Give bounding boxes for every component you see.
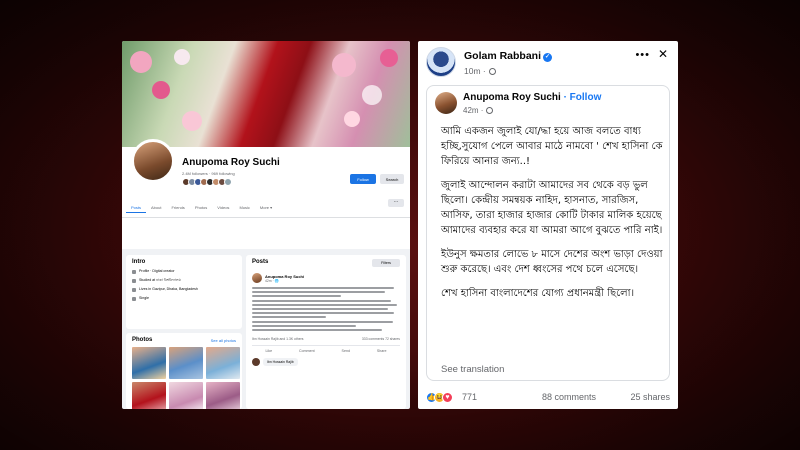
ellipsis-icon[interactable]: ··· [388, 199, 404, 207]
post-footer: 👍 😆 ♥ 771 88 comments 25 shares [426, 391, 672, 405]
comment-button[interactable]: Comment [299, 349, 315, 353]
intro-row[interactable]: Lives in Gazipur, Dhaka, Bangladesh [132, 287, 236, 292]
school-icon [132, 278, 136, 283]
shared-post-panel: Golam Rabbani ✓ 10m · ••• ✕ Anupoma Roy S… [418, 41, 678, 409]
mini-post-actions: Like Comment Send Share [252, 344, 400, 353]
cover-photo [122, 41, 410, 147]
filters-button[interactable]: Filters [372, 259, 400, 267]
tabs-divider [122, 217, 410, 218]
tab-music[interactable]: Music [234, 203, 254, 213]
original-author: Anupoma Roy Suchi · Follow [463, 92, 601, 103]
verified-badge-icon: ✓ [543, 53, 553, 62]
post-paragraph: আমি একজন জুলাই যো/দ্ধা হয়ে আজ বলতে বাধ্… [441, 126, 663, 167]
post-paragraph: জুলাই আন্দোলন করাটা আমাদের সব থেকে বড় ভ… [441, 180, 663, 236]
profile-avatar[interactable] [131, 139, 175, 183]
mini-post-avatar[interactable] [252, 273, 262, 283]
post-paragraph: শেখ হাসিনা বাংলাদেশের যোগ্য প্রধানমন্ত্র… [441, 288, 635, 299]
send-button[interactable]: Send [342, 349, 350, 353]
mini-post-text [252, 287, 400, 331]
tab-friends[interactable]: Friends [166, 203, 189, 213]
comment-author[interactable]: Ibn Hossain Rajib [263, 357, 298, 366]
like-button[interactable]: Like [265, 349, 272, 353]
tab-videos[interactable]: Videos [212, 203, 234, 213]
follow-button[interactable]: Follow [350, 174, 376, 184]
photos-card: Photos See all photos [126, 333, 242, 409]
photo-thumbnail[interactable] [132, 382, 166, 409]
tab-posts[interactable]: Posts [126, 203, 147, 213]
comments-count[interactable]: 88 comments [542, 392, 596, 402]
mini-comment-summary[interactable]: 333 comments 72 shares [362, 337, 400, 341]
search-button[interactable]: Search [380, 174, 404, 184]
mini-post-author[interactable]: Anupoma Roy Suchi [265, 274, 304, 279]
photo-thumbnail[interactable] [169, 347, 203, 379]
photo-thumbnail[interactable] [132, 347, 166, 379]
close-icon[interactable]: ✕ [658, 47, 668, 61]
sharer-name-text[interactable]: Golam Rabbani [464, 50, 541, 62]
sharer-time-text[interactable]: 10m · [464, 66, 486, 76]
comment-avatar[interactable] [252, 357, 260, 366]
profile-tabs: Posts About Friends Photos Videos Music … [126, 203, 277, 213]
mini-post-header: Anupoma Roy Suchi 42m · 🌐 [252, 273, 400, 283]
intro-card: Intro Profile · Digital creator Studied … [126, 255, 242, 329]
see-all-photos-link[interactable]: See all photos [211, 338, 236, 343]
profile-stats[interactable]: 2.4M followers · 969 following [182, 171, 235, 176]
profile-screenshot-panel: Anupoma Roy Suchi 2.4M followers · 969 f… [122, 41, 410, 409]
post-header: Golam Rabbani ✓ 10m · ••• ✕ [426, 47, 672, 81]
see-translation-link[interactable]: See translation [441, 364, 504, 375]
intro-text: Profile · Digital creator [139, 269, 175, 273]
intro-text[interactable]: Studied at ঢাকা বিশ্ববিদ্যালয় [139, 278, 181, 283]
friend-avatars[interactable] [182, 178, 232, 186]
profile-name[interactable]: Anupoma Roy Suchi [182, 157, 280, 168]
photo-thumbnail[interactable] [206, 347, 240, 379]
home-icon [132, 287, 136, 292]
sharer-name[interactable]: Golam Rabbani ✓ [464, 50, 553, 62]
shared-original-post: Anupoma Roy Suchi · Follow 42m · আমি একজ… [426, 85, 670, 381]
reaction-icons[interactable]: 👍 😆 ♥ [426, 392, 453, 403]
mini-reaction-summary[interactable]: Ibn Hossain Rajib and 1.3K others [252, 337, 303, 341]
original-time[interactable]: 42m · [463, 106, 494, 115]
love-reaction-icon: ♥ [442, 392, 453, 403]
more-options-icon[interactable]: ••• [635, 49, 650, 61]
tab-photos[interactable]: Photos [190, 203, 212, 213]
heart-icon [132, 296, 136, 301]
sharer-avatar[interactable] [426, 47, 456, 77]
share-button[interactable]: Share [377, 349, 387, 353]
post-body: আমি একজন জুলাই যো/দ্ধা হয়ে আজ বলতে বাধ্… [441, 124, 663, 310]
mini-post-counts: Ibn Hossain Rajib and 1.3K others 333 co… [252, 337, 400, 341]
intro-text: Single [139, 296, 149, 300]
intro-title: Intro [132, 259, 146, 265]
original-time-text[interactable]: 42m · [463, 106, 483, 115]
intro-text[interactable]: Lives in Gazipur, Dhaka, Bangladesh [139, 287, 198, 292]
intro-row[interactable]: Studied at ঢাকা বিশ্ববিদ্যালয় [132, 278, 236, 283]
tab-about[interactable]: About [146, 203, 166, 213]
photo-thumbnail[interactable] [206, 382, 240, 409]
sharer-time[interactable]: 10m · [464, 66, 496, 76]
original-author-name[interactable]: Anupoma Roy Suchi [463, 92, 561, 103]
mini-comment: Ibn Hossain Rajib [252, 357, 400, 366]
intro-row: Single [132, 296, 236, 301]
original-author-avatar[interactable] [435, 92, 457, 114]
tab-more[interactable]: More ▾ [255, 203, 277, 213]
shares-count[interactable]: 25 shares [630, 392, 670, 402]
intro-row: Profile · Digital creator [132, 269, 236, 274]
globe-icon [486, 107, 494, 114]
posts-card: Posts Filters Anupoma Roy Suchi 42m · 🌐 … [246, 255, 406, 409]
post-paragraph: ইউনুস ক্ষমতার লোভে ৮ মাসে দেশের অংশ ভাড়… [441, 249, 663, 275]
globe-icon [488, 68, 496, 75]
follow-link[interactable]: · Follow [564, 92, 602, 103]
photo-grid [132, 347, 240, 409]
mini-post-time[interactable]: 42m · 🌐 [265, 279, 304, 283]
info-icon [132, 269, 136, 274]
photo-thumbnail[interactable] [169, 382, 203, 409]
reaction-count[interactable]: 771 [462, 392, 477, 402]
